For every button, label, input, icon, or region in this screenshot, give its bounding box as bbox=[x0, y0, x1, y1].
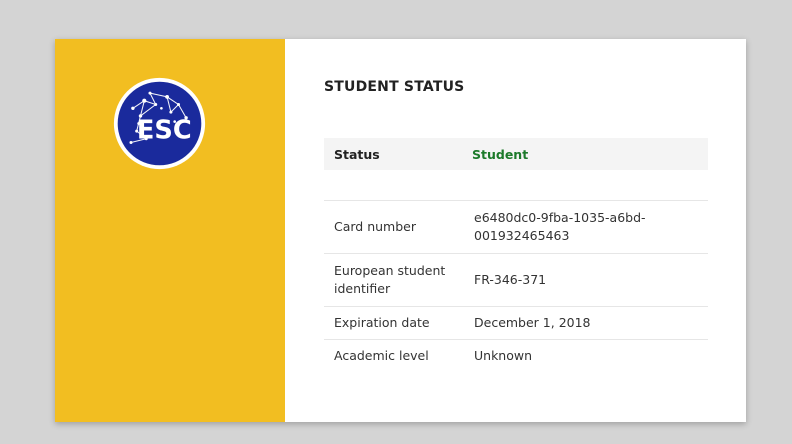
table-row: European student identifier FR-346-371 bbox=[324, 253, 708, 307]
student-identifier-value: FR-346-371 bbox=[473, 253, 708, 307]
status-row: Status Student bbox=[324, 138, 708, 170]
student-info-table: Card number e6480dc0-9fba-1035-a6bd-0019… bbox=[324, 200, 708, 372]
status-label: Status bbox=[334, 146, 380, 162]
table-row: Expiration date December 1, 2018 bbox=[324, 306, 708, 340]
card-number-label: Card number bbox=[324, 200, 473, 254]
student-identifier-label: European student identifier bbox=[324, 253, 473, 307]
academic-level-label: Academic level bbox=[324, 339, 473, 372]
status-value: Student bbox=[472, 146, 529, 162]
expiration-date-value: December 1, 2018 bbox=[473, 306, 708, 340]
card-brand-panel: ESC bbox=[55, 39, 285, 422]
page-title: STUDENT STATUS bbox=[324, 79, 465, 95]
card-number-value: e6480dc0-9fba-1035-a6bd-001932465463 bbox=[473, 200, 708, 254]
expiration-date-label: Expiration date bbox=[324, 306, 473, 340]
student-status-panel: STUDENT STATUS Status Student Card numbe… bbox=[285, 39, 746, 422]
student-card: ESC STUDENT STATUS Status Student Card n… bbox=[55, 39, 746, 422]
logo-text: ESC bbox=[137, 116, 192, 146]
academic-level-value: Unknown bbox=[473, 339, 708, 372]
table-row: Card number e6480dc0-9fba-1035-a6bd-0019… bbox=[324, 200, 708, 254]
esc-logo-icon: ESC bbox=[113, 77, 206, 170]
table-row: Academic level Unknown bbox=[324, 339, 708, 372]
